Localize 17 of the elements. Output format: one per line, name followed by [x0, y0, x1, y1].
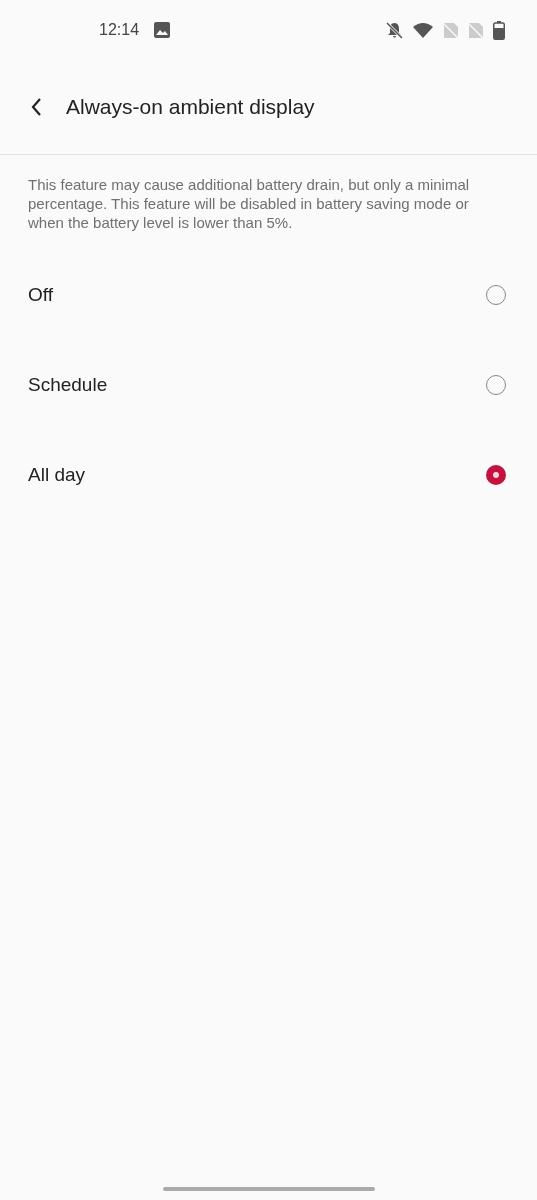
option-label: Off	[28, 284, 53, 306]
no-sim-icon	[443, 21, 459, 39]
muted-bell-icon	[386, 21, 403, 39]
option-label: Schedule	[28, 374, 108, 396]
option-row[interactable]: All day	[0, 430, 537, 520]
description-text: This feature may cause additional battery drain, but only a minimal percentage. This feature will be disabled in battery saving mode or when the battery level is lower than 5%.	[28, 175, 471, 232]
status-time: 12:14	[99, 21, 140, 39]
wifi-icon	[412, 21, 434, 39]
back-icon	[30, 97, 44, 117]
battery-icon	[493, 20, 505, 40]
image-icon	[154, 22, 171, 38]
option-row[interactable]: Off	[0, 250, 537, 340]
option-row[interactable]: Schedule	[0, 340, 537, 430]
option-label: All day	[28, 464, 86, 486]
radio-button[interactable]	[486, 465, 506, 485]
no-sim-icon	[468, 21, 484, 39]
page-title: Always-on ambient display	[66, 95, 315, 119]
